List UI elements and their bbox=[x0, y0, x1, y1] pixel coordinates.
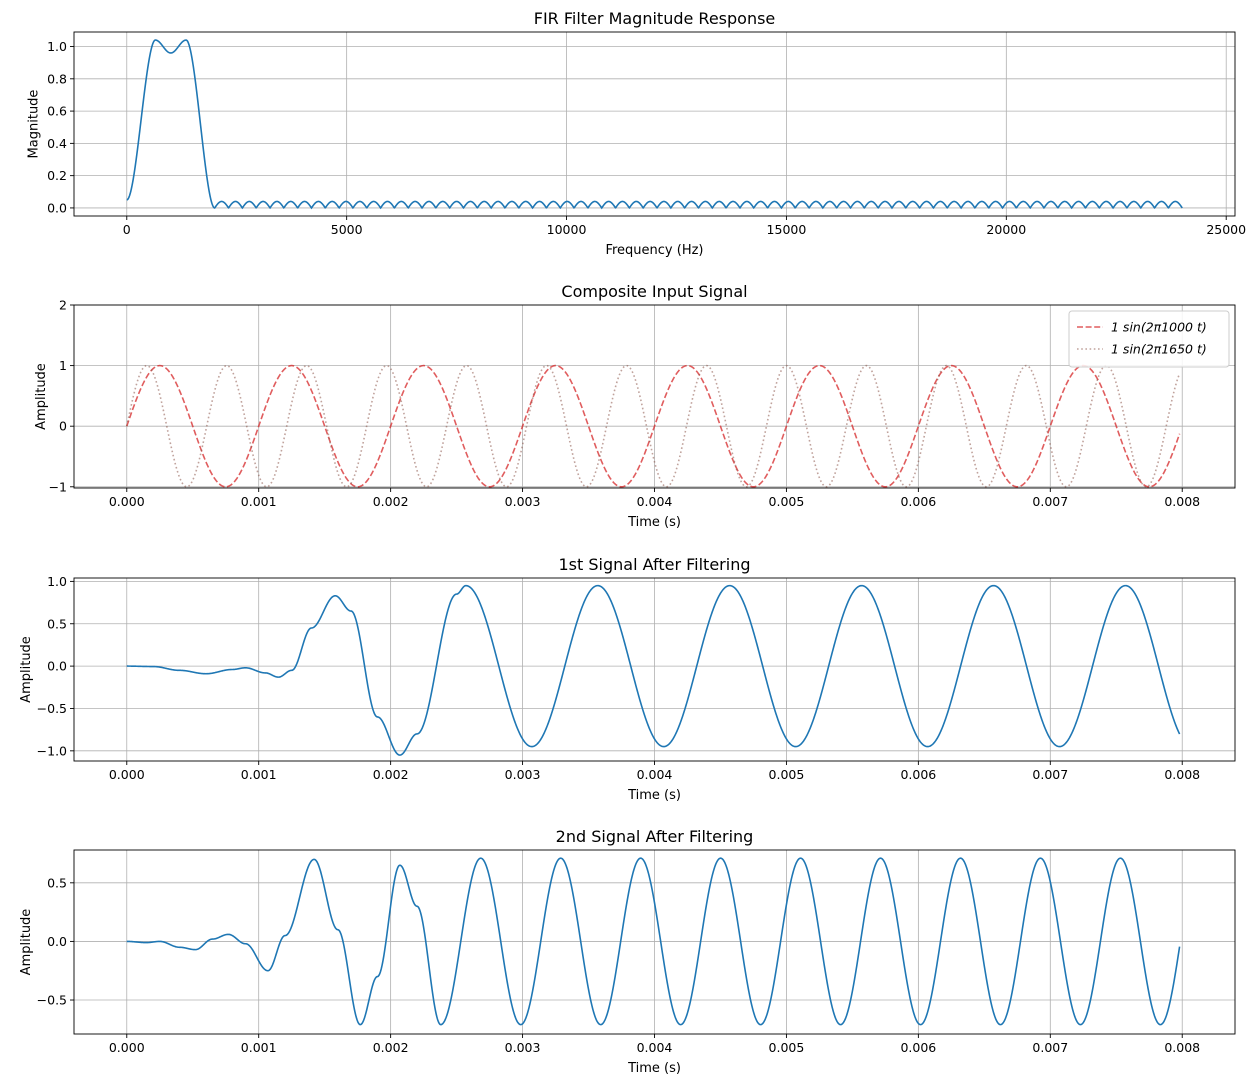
y-tick-label: −0.5 bbox=[37, 993, 67, 1008]
subplot-4: 0.000 0.001 0.002 0.003 0.004 0.005 0.006 0.007… bbox=[19, 827, 1236, 1076]
x-tick-label: 0.000 bbox=[109, 1040, 145, 1055]
x-axis-label: Time (s) bbox=[627, 788, 681, 803]
legend-entry: 1 sin(2π1000 t) bbox=[1111, 320, 1207, 335]
x-tick-label: 0 bbox=[123, 222, 131, 237]
y-tick-label: 1.0 bbox=[47, 39, 67, 54]
y-tick-label: −0.5 bbox=[37, 701, 67, 716]
y-axis-label: Amplitude bbox=[34, 363, 49, 430]
x-tick-label: 0.004 bbox=[637, 494, 673, 509]
chart-title: 1st Signal After Filtering bbox=[559, 555, 751, 574]
chart-title: Composite Input Signal bbox=[561, 282, 747, 301]
series-line-1 bbox=[126, 584, 1181, 756]
legend: 1 sin(2π1000 t) 1 sin(2π1650 t) bbox=[1068, 310, 1230, 368]
x-tick-label: 0.005 bbox=[769, 767, 805, 782]
series-line-1 bbox=[126, 39, 1183, 210]
y-tick-label: 0.2 bbox=[47, 168, 67, 183]
x-tick-label: 0.000 bbox=[109, 767, 145, 782]
x-tick-label: 0.001 bbox=[241, 494, 277, 509]
x-tick-label: 20000 bbox=[986, 222, 1026, 237]
x-axis-label: Frequency (Hz) bbox=[605, 243, 703, 258]
y-axis-label: Amplitude bbox=[19, 636, 34, 703]
x-tick-label: 0.000 bbox=[109, 494, 145, 509]
y-tick-label: 1 bbox=[59, 358, 67, 373]
x-tick-label: 0.002 bbox=[373, 494, 409, 509]
legend-entry: 1 sin(2π1650 t) bbox=[1111, 342, 1207, 357]
y-axis-label: Magnitude bbox=[27, 90, 42, 159]
x-tick-label: 0.005 bbox=[769, 494, 805, 509]
x-tick-label: 0.006 bbox=[900, 767, 936, 782]
y-tick-label: 0.0 bbox=[47, 200, 67, 215]
x-tick-label: 0.005 bbox=[769, 1040, 805, 1055]
x-tick-label: 0.006 bbox=[900, 494, 936, 509]
subplot-2: 0.000 0.001 0.002 0.003 0.004 0.005 0.006 0.007… bbox=[34, 282, 1236, 530]
x-tick-label: 0.008 bbox=[1164, 494, 1200, 509]
y-tick-label: 0.0 bbox=[47, 934, 67, 949]
x-tick-label: 0.002 bbox=[373, 767, 409, 782]
x-tick-label: 0.003 bbox=[505, 494, 541, 509]
x-tick-label: 10000 bbox=[547, 222, 587, 237]
x-tick-label: 0.007 bbox=[1032, 1040, 1068, 1055]
x-tick-label: 0.007 bbox=[1032, 494, 1068, 509]
y-tick-label: 0 bbox=[59, 419, 67, 434]
y-tick-label: −1.0 bbox=[37, 743, 67, 758]
chart-title: FIR Filter Magnitude Response bbox=[534, 9, 776, 28]
x-tick-label: 0.006 bbox=[900, 1040, 936, 1055]
x-tick-label: 0.001 bbox=[241, 767, 277, 782]
x-tick-label: 0.002 bbox=[373, 1040, 409, 1055]
y-tick-label: 0.4 bbox=[47, 136, 67, 151]
y-tick-label: −1 bbox=[49, 479, 67, 494]
x-tick-label: 0.008 bbox=[1164, 767, 1200, 782]
figure: 0 5000 10000 15000 20000 25000 0.0 0.2 0.4 0.6 0.8… bbox=[19, 9, 1247, 1076]
x-tick-label: 0.008 bbox=[1164, 1040, 1200, 1055]
x-tick-label: 0.003 bbox=[505, 1040, 541, 1055]
subplot-3: 0.000 0.001 0.002 0.003 0.004 0.005 0.006 0.007… bbox=[19, 555, 1236, 803]
y-tick-label: 0.6 bbox=[47, 104, 67, 119]
subplot-1: 0 5000 10000 15000 20000 25000 0.0 0.2 0.4 0.6 0.8… bbox=[27, 9, 1247, 258]
y-tick-label: 2 bbox=[59, 298, 67, 313]
chart-title: 2nd Signal After Filtering bbox=[556, 827, 754, 846]
y-tick-label: 0.5 bbox=[47, 875, 67, 890]
x-tick-label: 0.004 bbox=[637, 1040, 673, 1055]
y-tick-label: 1.0 bbox=[47, 574, 67, 589]
x-axis-label: Time (s) bbox=[627, 1061, 681, 1076]
axes-frame bbox=[73, 31, 1236, 217]
x-tick-label: 0.004 bbox=[637, 767, 673, 782]
y-tick-label: 0.5 bbox=[47, 616, 67, 631]
x-tick-label: 0.003 bbox=[505, 767, 541, 782]
y-tick-label: 0.0 bbox=[47, 659, 67, 674]
x-axis-label: Time (s) bbox=[627, 515, 681, 530]
x-tick-label: 25000 bbox=[1206, 222, 1246, 237]
x-tick-label: 0.007 bbox=[1032, 767, 1068, 782]
x-tick-label: 5000 bbox=[331, 222, 363, 237]
x-tick-label: 0.001 bbox=[241, 1040, 277, 1055]
y-axis-label: Amplitude bbox=[19, 909, 34, 976]
x-tick-label: 15000 bbox=[767, 222, 807, 237]
y-tick-label: 0.8 bbox=[47, 71, 67, 86]
